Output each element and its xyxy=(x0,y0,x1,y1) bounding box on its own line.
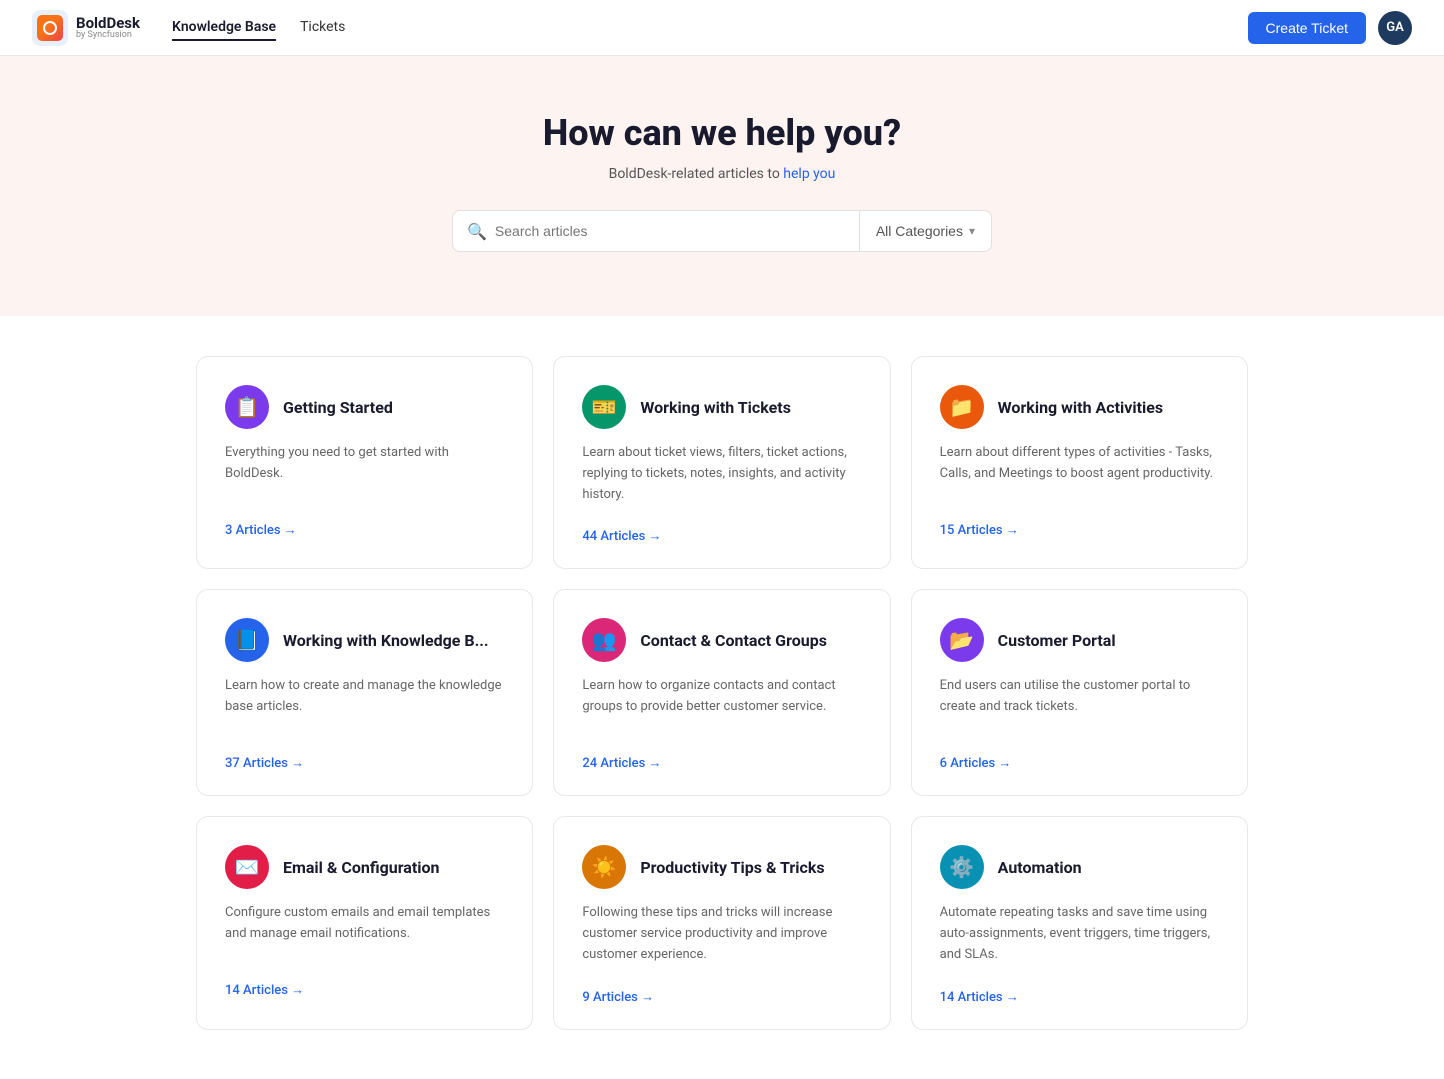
card-getting-started[interactable]: 📋 Getting Started Everything you need to… xyxy=(196,356,533,569)
card-productivity-tips[interactable]: ☀️ Productivity Tips & Tricks Following … xyxy=(553,816,890,1029)
card-working-with-tickets[interactable]: 🎫 Working with Tickets Learn about ticke… xyxy=(553,356,890,569)
hero-subtitle: BoldDesk-related articles to help you xyxy=(32,166,1412,182)
card-icon-productivity-tips: ☀️ xyxy=(582,845,626,889)
hero-section: How can we help you? BoldDesk-related ar… xyxy=(0,56,1444,316)
hero-subtitle-plain: BoldDesk-related articles to xyxy=(609,166,784,182)
card-icon-working-with-activities: 📁 xyxy=(940,385,984,429)
nav-tickets[interactable]: Tickets xyxy=(300,15,345,41)
card-title-working-with-activities: Working with Activities xyxy=(998,398,1163,417)
card-icon-automation: ⚙️ xyxy=(940,845,984,889)
card-customer-portal[interactable]: 📂 Customer Portal End users can utilise … xyxy=(911,589,1248,796)
card-desc-productivity-tips: Following these tips and tricks will inc… xyxy=(582,903,861,965)
search-icon: 🔍 xyxy=(467,222,487,241)
search-bar: 🔍 All Categories ▾ xyxy=(452,210,992,252)
nav-knowledge-base[interactable]: Knowledge Base xyxy=(172,15,276,41)
logo-sub: by Syncfusion xyxy=(76,31,140,40)
card-contact-contact-groups[interactable]: 👥 Contact & Contact Groups Learn how to … xyxy=(553,589,890,796)
card-title-getting-started: Getting Started xyxy=(283,398,393,417)
logo-icon xyxy=(32,10,68,46)
card-icon-contact-contact-groups: 👥 xyxy=(582,618,626,662)
search-input[interactable] xyxy=(495,211,845,251)
card-link-working-with-activities[interactable]: 15 Articles → xyxy=(940,523,1019,538)
card-desc-working-with-activities: Learn about different types of activitie… xyxy=(940,443,1219,499)
card-desc-customer-portal: End users can utilise the customer porta… xyxy=(940,676,1219,732)
header-left: BoldDesk by Syncfusion Knowledge Base Ti… xyxy=(32,10,345,46)
card-desc-contact-contact-groups: Learn how to organize contacts and conta… xyxy=(582,676,861,732)
hero-title: How can we help you? xyxy=(32,112,1412,154)
card-header: 📂 Customer Portal xyxy=(940,618,1219,662)
card-link-customer-portal[interactable]: 6 Articles → xyxy=(940,756,1012,771)
card-title-automation: Automation xyxy=(998,858,1082,877)
card-link-working-with-knowledge-base[interactable]: 37 Articles → xyxy=(225,756,304,771)
avatar[interactable]: GA xyxy=(1378,11,1412,45)
card-link-working-with-tickets[interactable]: 44 Articles → xyxy=(582,529,661,544)
card-email-configuration[interactable]: ✉️ Email & Configuration Configure custo… xyxy=(196,816,533,1029)
chevron-down-icon: ▾ xyxy=(969,224,975,238)
card-title-email-configuration: Email & Configuration xyxy=(283,858,440,877)
cards-grid: 📋 Getting Started Everything you need to… xyxy=(196,356,1248,1030)
card-icon-working-with-tickets: 🎫 xyxy=(582,385,626,429)
card-icon-email-configuration: ✉️ xyxy=(225,845,269,889)
card-working-with-knowledge-base[interactable]: 📘 Working with Knowledge B... Learn how … xyxy=(196,589,533,796)
card-link-productivity-tips[interactable]: 9 Articles → xyxy=(582,990,654,1005)
card-link-automation[interactable]: 14 Articles → xyxy=(940,990,1019,1005)
card-header: 👥 Contact & Contact Groups xyxy=(582,618,861,662)
card-desc-getting-started: Everything you need to get started with … xyxy=(225,443,504,499)
card-title-contact-contact-groups: Contact & Contact Groups xyxy=(640,631,827,650)
search-input-wrap: 🔍 xyxy=(453,211,859,251)
card-desc-working-with-knowledge-base: Learn how to create and manage the knowl… xyxy=(225,676,504,732)
card-link-getting-started[interactable]: 3 Articles → xyxy=(225,523,297,538)
category-dropdown[interactable]: All Categories ▾ xyxy=(860,223,991,239)
card-icon-working-with-knowledge-base: 📘 xyxy=(225,618,269,662)
header: BoldDesk by Syncfusion Knowledge Base Ti… xyxy=(0,0,1444,56)
card-automation[interactable]: ⚙️ Automation Automate repeating tasks a… xyxy=(911,816,1248,1029)
card-link-email-configuration[interactable]: 14 Articles → xyxy=(225,983,304,998)
main-nav: Knowledge Base Tickets xyxy=(172,15,345,41)
create-ticket-button[interactable]: Create Ticket xyxy=(1248,12,1366,44)
card-header: 🎫 Working with Tickets xyxy=(582,385,861,429)
logo: BoldDesk by Syncfusion xyxy=(32,10,140,46)
logo-text: BoldDesk by Syncfusion xyxy=(76,16,140,40)
header-right: Create Ticket GA xyxy=(1248,11,1412,45)
hero-subtitle-link[interactable]: help you xyxy=(783,166,835,182)
card-working-with-activities[interactable]: 📁 Working with Activities Learn about di… xyxy=(911,356,1248,569)
cards-section: 📋 Getting Started Everything you need to… xyxy=(172,316,1272,1070)
card-header: 📁 Working with Activities xyxy=(940,385,1219,429)
card-link-contact-contact-groups[interactable]: 24 Articles → xyxy=(582,756,661,771)
card-header: 📘 Working with Knowledge B... xyxy=(225,618,504,662)
card-icon-getting-started: 📋 xyxy=(225,385,269,429)
card-title-working-with-knowledge-base: Working with Knowledge B... xyxy=(283,631,489,650)
category-label: All Categories xyxy=(876,223,963,239)
card-header: ⚙️ Automation xyxy=(940,845,1219,889)
card-title-working-with-tickets: Working with Tickets xyxy=(640,398,791,417)
card-desc-email-configuration: Configure custom emails and email templa… xyxy=(225,903,504,959)
logo-icon-inner xyxy=(37,15,63,41)
card-title-customer-portal: Customer Portal xyxy=(998,631,1116,650)
card-icon-customer-portal: 📂 xyxy=(940,618,984,662)
card-desc-working-with-tickets: Learn about ticket views, filters, ticke… xyxy=(582,443,861,505)
card-title-productivity-tips: Productivity Tips & Tricks xyxy=(640,858,824,877)
card-header: ☀️ Productivity Tips & Tricks xyxy=(582,845,861,889)
logo-name: BoldDesk xyxy=(76,16,140,31)
card-header: ✉️ Email & Configuration xyxy=(225,845,504,889)
card-header: 📋 Getting Started xyxy=(225,385,504,429)
card-desc-automation: Automate repeating tasks and save time u… xyxy=(940,903,1219,965)
